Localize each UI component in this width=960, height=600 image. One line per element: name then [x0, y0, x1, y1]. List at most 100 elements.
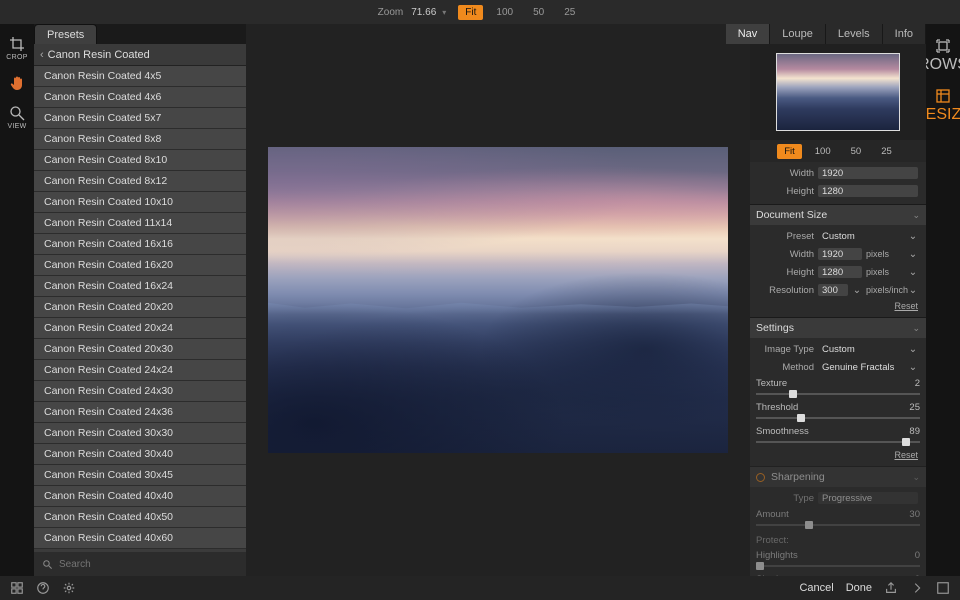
- preset-item[interactable]: Canon Resin Coated 20x24: [34, 318, 246, 339]
- zoom-100-button[interactable]: 100: [489, 5, 520, 20]
- share-icon[interactable]: [884, 581, 898, 595]
- nav-zoom-25[interactable]: 25: [874, 144, 899, 159]
- chevron-down-icon: ⌄: [912, 210, 920, 221]
- presets-list[interactable]: Canon Resin Coated 4x5Canon Resin Coated…: [34, 66, 246, 552]
- zoom-25-button[interactable]: 25: [557, 5, 582, 20]
- pan-tool[interactable]: [9, 75, 25, 91]
- threshold-slider[interactable]: [756, 414, 920, 422]
- zoom-dropdown-icon[interactable]: ▾: [442, 8, 446, 17]
- doc-size-reset[interactable]: Reset: [754, 301, 922, 311]
- settings-header[interactable]: Settings⌄: [750, 318, 926, 338]
- presets-search-input[interactable]: [59, 559, 238, 570]
- preset-item[interactable]: Canon Resin Coated 10x10: [34, 192, 246, 213]
- view-tool[interactable]: VIEW: [7, 105, 26, 130]
- doc-height-unit[interactable]: pixels: [866, 267, 904, 277]
- zoom-value[interactable]: 71.66: [411, 7, 436, 18]
- chevron-down-icon[interactable]: ⌄: [852, 285, 862, 296]
- highlights-value: 0: [915, 550, 920, 561]
- preset-item[interactable]: Canon Resin Coated 16x24: [34, 276, 246, 297]
- chevron-down-icon[interactable]: ⌄: [908, 267, 918, 278]
- preset-item[interactable]: Canon Resin Coated 40x40: [34, 486, 246, 507]
- highlights-slider[interactable]: [756, 562, 920, 570]
- gear-icon[interactable]: [62, 581, 76, 595]
- presets-tab[interactable]: Presets: [34, 24, 97, 44]
- back-icon[interactable]: ‹: [40, 49, 44, 61]
- method-select[interactable]: Genuine Fractals: [818, 361, 904, 373]
- nav-zoom-100[interactable]: 100: [808, 144, 838, 159]
- preset-item[interactable]: Canon Resin Coated 24x36: [34, 402, 246, 423]
- nav-zoom-50[interactable]: 50: [844, 144, 869, 159]
- preset-item[interactable]: Canon Resin Coated 8x12: [34, 171, 246, 192]
- bottom-bar: Cancel Done: [0, 576, 960, 600]
- chevron-down-icon[interactable]: ⌄: [908, 344, 918, 355]
- chevron-down-icon[interactable]: ⌄: [908, 231, 918, 242]
- preset-item[interactable]: Canon Resin Coated 4x5: [34, 66, 246, 87]
- cancel-button[interactable]: Cancel: [799, 582, 833, 594]
- protect-label: Protect:: [754, 533, 922, 546]
- doc-width-unit[interactable]: pixels: [866, 249, 904, 259]
- tab-loupe[interactable]: Loupe: [770, 24, 826, 44]
- preset-item[interactable]: Canon Resin Coated 40x60: [34, 528, 246, 549]
- top-zoom-bar: Zoom 71.66 ▾ Fit 100 50 25: [0, 0, 960, 24]
- zoom-fit-button[interactable]: Fit: [458, 5, 483, 20]
- tab-levels[interactable]: Levels: [826, 24, 883, 44]
- presets-category: Canon Resin Coated: [48, 49, 150, 61]
- imgtype-select[interactable]: Custom: [818, 343, 904, 355]
- chevron-down-icon[interactable]: ⌄: [908, 285, 918, 296]
- zoom-50-button[interactable]: 50: [526, 5, 551, 20]
- navigator-thumbnail[interactable]: [750, 44, 926, 140]
- canvas-area[interactable]: [246, 24, 750, 576]
- view-label: VIEW: [7, 123, 26, 130]
- crop-label: CROP: [6, 54, 27, 61]
- chevron-down-icon: ⌄: [912, 472, 920, 483]
- preset-item[interactable]: Canon Resin Coated 20x20: [34, 297, 246, 318]
- orig-width-value: 1920: [818, 167, 918, 179]
- preset-item[interactable]: Canon Resin Coated 16x16: [34, 234, 246, 255]
- done-button[interactable]: Done: [846, 582, 872, 594]
- chevron-down-icon[interactable]: ⌄: [908, 362, 918, 373]
- preset-item[interactable]: Canon Resin Coated 8x10: [34, 150, 246, 171]
- doc-res-field[interactable]: 300: [818, 284, 848, 296]
- sharpen-type-select[interactable]: Progressive: [818, 492, 918, 504]
- preset-item[interactable]: Canon Resin Coated 11x14: [34, 213, 246, 234]
- highlights-label: Highlights: [756, 550, 798, 561]
- nav-zoom-fit[interactable]: Fit: [777, 144, 802, 159]
- tab-info[interactable]: Info: [883, 24, 926, 44]
- preset-item[interactable]: Canon Resin Coated 24x30: [34, 381, 246, 402]
- smoothness-slider[interactable]: [756, 438, 920, 446]
- texture-slider[interactable]: [756, 390, 920, 398]
- presets-header[interactable]: ‹ Canon Resin Coated: [34, 44, 246, 66]
- magnify-icon: [9, 105, 25, 121]
- next-icon[interactable]: [910, 581, 924, 595]
- preset-item[interactable]: Canon Resin Coated 5x7: [34, 108, 246, 129]
- doc-width-field[interactable]: 1920: [818, 248, 862, 260]
- preset-item[interactable]: Canon Resin Coated 40x50: [34, 507, 246, 528]
- sharpening-header[interactable]: Sharpening⌄: [750, 467, 926, 487]
- preset-item[interactable]: Canon Resin Coated 30x45: [34, 465, 246, 486]
- doc-preset-select[interactable]: Custom: [818, 230, 904, 242]
- toggle-ring-icon[interactable]: [756, 473, 765, 482]
- expand-icon[interactable]: [936, 581, 950, 595]
- preset-item[interactable]: Canon Resin Coated 8x8: [34, 129, 246, 150]
- preset-item[interactable]: Canon Resin Coated 4x6: [34, 87, 246, 108]
- doc-height-field[interactable]: 1280: [818, 266, 862, 278]
- preset-item[interactable]: Canon Resin Coated 16x20: [34, 255, 246, 276]
- preset-item[interactable]: Canon Resin Coated 30x30: [34, 423, 246, 444]
- preset-item[interactable]: Canon Resin Coated 30x40: [34, 444, 246, 465]
- presets-search[interactable]: [34, 552, 246, 576]
- grid-icon[interactable]: [10, 581, 24, 595]
- preset-item[interactable]: Canon Resin Coated 24x24: [34, 360, 246, 381]
- help-icon[interactable]: [36, 581, 50, 595]
- document-size-header[interactable]: Document Size⌄: [750, 205, 926, 225]
- amount-slider[interactable]: [756, 521, 920, 529]
- smoothness-value: 89: [909, 426, 920, 437]
- tab-nav[interactable]: Nav: [726, 24, 771, 44]
- doc-res-unit[interactable]: pixels/inch: [866, 285, 904, 295]
- right-toolstrip: BROWSE RESIZE: [926, 24, 960, 576]
- crop-tool[interactable]: CROP: [6, 36, 27, 61]
- preset-item[interactable]: Canon Resin Coated 20x30: [34, 339, 246, 360]
- nav-thumb-image: [776, 53, 900, 131]
- settings-reset[interactable]: Reset: [754, 450, 922, 460]
- chevron-down-icon[interactable]: ⌄: [908, 249, 918, 260]
- amount-label: Amount: [756, 509, 789, 520]
